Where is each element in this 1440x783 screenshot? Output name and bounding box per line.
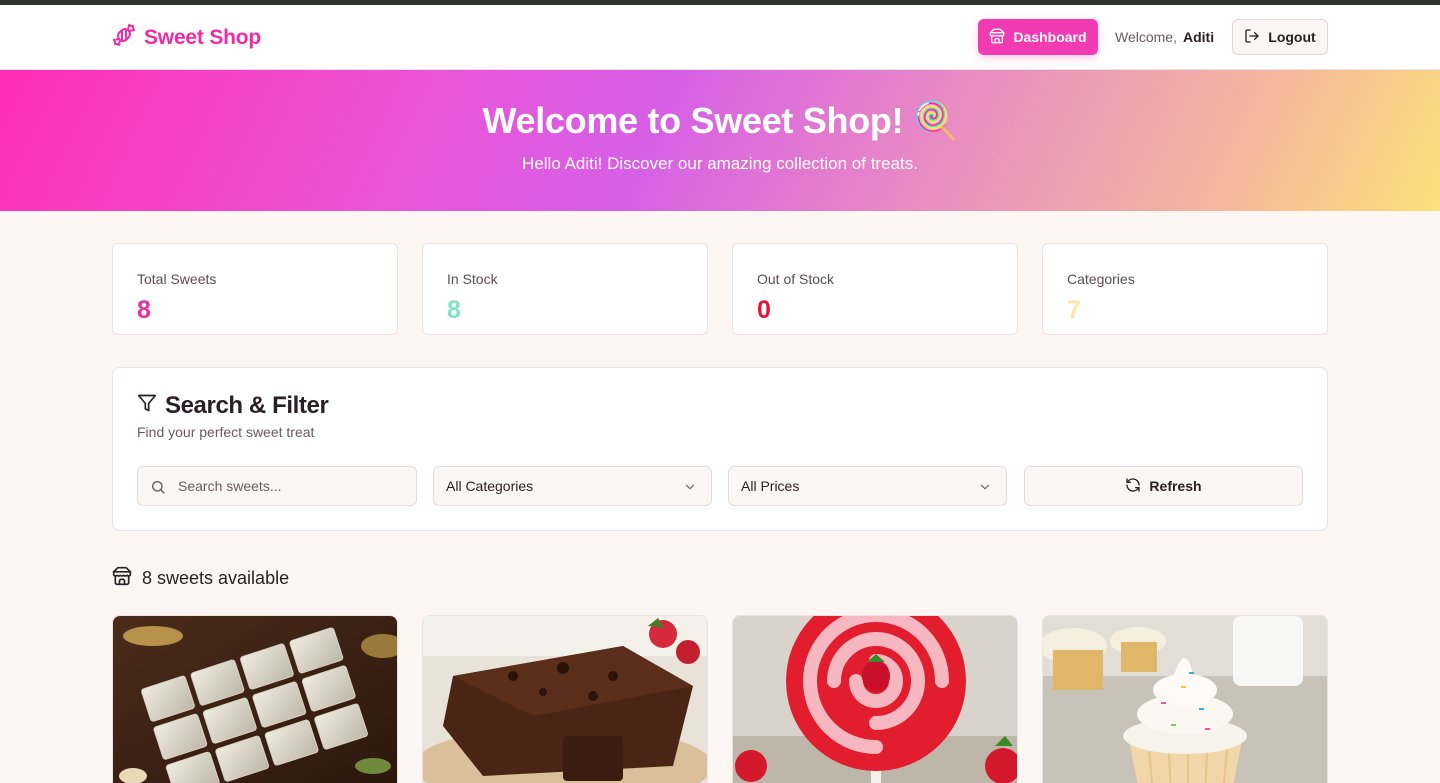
strawberry-lollipop-image: [733, 616, 1017, 783]
price-select-value: All Prices: [741, 478, 800, 494]
product-card[interactable]: [112, 615, 398, 783]
available-count-text: 8 sweets available: [142, 568, 290, 588]
product-card[interactable]: [732, 615, 1018, 783]
dashboard-button[interactable]: Dashboard: [978, 19, 1098, 55]
product-card[interactable]: [1042, 615, 1328, 783]
store-icon: [112, 566, 132, 591]
logout-label: Logout: [1268, 29, 1316, 45]
logout-button[interactable]: Logout: [1232, 19, 1328, 55]
stat-label: In Stock: [447, 271, 498, 287]
kaju-katli-image: [113, 616, 397, 783]
category-select-value: All Categories: [446, 478, 534, 494]
logout-icon: [1244, 28, 1260, 47]
filter-heading: Search & Filter: [137, 392, 329, 420]
stat-value: 0: [757, 296, 771, 324]
stat-card-categories: Categories 7: [1042, 243, 1328, 335]
filter-title: Search & Filter: [165, 392, 329, 419]
stat-card-in-stock: In Stock 8: [422, 243, 708, 335]
welcome-prefix: Welcome,: [1115, 29, 1177, 45]
product-card[interactable]: [422, 615, 708, 783]
filter-icon: [137, 392, 157, 420]
stat-value: 8: [137, 296, 151, 324]
refresh-label: Refresh: [1149, 478, 1202, 494]
filter-subtitle: Find your perfect sweet treat: [137, 424, 315, 440]
user-name: Aditi: [1182, 29, 1215, 45]
stat-card-out-of-stock: Out of Stock 0: [732, 243, 1018, 335]
stat-label: Total Sweets: [137, 271, 217, 287]
hero-banner: Welcome to Sweet Shop! 🍭 Hello Aditi! Di…: [0, 70, 1440, 211]
hero-title: Welcome to Sweet Shop! 🍭: [482, 100, 958, 141]
welcome-text: Welcome, Aditi: [1115, 29, 1214, 45]
chevron-down-icon: [683, 480, 697, 497]
refresh-button[interactable]: Refresh: [1024, 466, 1303, 506]
stat-value: 8: [447, 296, 461, 324]
store-icon: [989, 28, 1005, 47]
stat-label: Out of Stock: [757, 271, 835, 287]
chocolate-brownie-image: [423, 616, 707, 783]
stat-value: 7: [1067, 296, 1081, 324]
brand-name: Sweet Shop: [144, 25, 262, 49]
refresh-icon: [1125, 477, 1141, 496]
search-input[interactable]: [178, 467, 408, 505]
price-select[interactable]: All Prices: [728, 466, 1007, 506]
stat-label: Categories: [1067, 271, 1135, 287]
top-navbar: Sweet Shop Dashboard Welcome, Aditi Logou…: [0, 5, 1440, 70]
category-select[interactable]: All Categories: [433, 466, 712, 506]
dashboard-label: Dashboard: [1013, 29, 1087, 45]
search-box[interactable]: [137, 466, 417, 506]
chevron-down-icon: [978, 480, 992, 497]
hero-subtitle: Hello Aditi! Discover our amazing collec…: [522, 154, 918, 173]
stat-card-total-sweets: Total Sweets 8: [112, 243, 398, 335]
brand-logo[interactable]: Sweet Shop: [112, 23, 261, 52]
available-count-row: 8 sweets available: [112, 566, 289, 591]
candy-icon: [112, 23, 136, 52]
search-filter-card: Search & Filter Find your perfect sweet …: [112, 367, 1328, 531]
search-icon: [150, 479, 166, 498]
vanilla-cupcake-image: [1043, 616, 1327, 783]
